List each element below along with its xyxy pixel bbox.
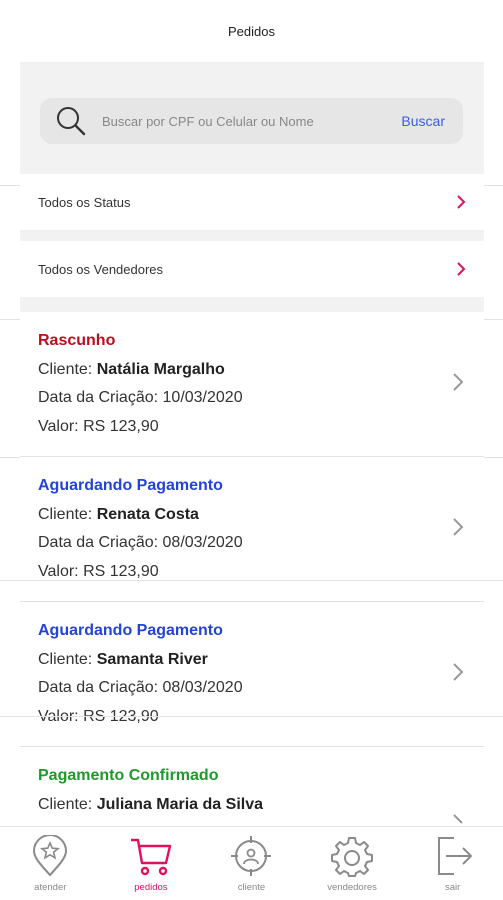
cart-icon bbox=[130, 838, 172, 876]
date-label: Data da Criação: bbox=[38, 679, 159, 696]
client-name: Renata Costa bbox=[96, 505, 199, 523]
client-label: Cliente: bbox=[38, 795, 93, 813]
order-value: RS 123,90 bbox=[83, 417, 159, 435]
order-status: Aguardando Pagamento bbox=[38, 622, 223, 639]
order-status: Pagamento Confirmado bbox=[38, 767, 219, 784]
client-name: Samanta River bbox=[96, 650, 208, 668]
client-label: Cliente: bbox=[38, 505, 93, 523]
tab-pedidos[interactable]: pedidos bbox=[101, 827, 202, 900]
order-status: Rascunho bbox=[38, 332, 116, 349]
tab-cliente[interactable]: cliente bbox=[201, 827, 302, 900]
order-card[interactable]: Pagamento Confirmado Cliente: Juliana Ma… bbox=[20, 747, 484, 827]
chevron-right-icon bbox=[453, 814, 463, 824]
created-date: 10/03/2020 bbox=[162, 389, 243, 406]
value-label: Valor: bbox=[38, 562, 79, 580]
page-header: Pedidos bbox=[0, 0, 503, 62]
search-panel: Buscar bbox=[20, 62, 484, 174]
logout-icon bbox=[437, 837, 473, 875]
chevron-right-icon bbox=[453, 373, 464, 391]
filter-status-label: Todos os Status bbox=[38, 194, 131, 210]
chevron-right-icon bbox=[457, 262, 466, 276]
bottom-tab-bar: atender pedidos cliente vendedores sair bbox=[0, 826, 503, 900]
page-title: Pedidos bbox=[228, 23, 275, 39]
order-value: RS 123,90 bbox=[83, 562, 159, 580]
tab-label: pedidos bbox=[134, 882, 168, 893]
tab-atender[interactable]: atender bbox=[0, 827, 101, 900]
target-person-icon bbox=[231, 836, 272, 876]
value-label: Valor: bbox=[38, 417, 79, 435]
filter-status[interactable]: Todos os Status bbox=[20, 174, 484, 230]
search-icon[interactable] bbox=[54, 104, 88, 138]
date-label: Data da Criação: bbox=[38, 389, 159, 406]
client-name: Natália Margalho bbox=[96, 360, 225, 378]
tab-label: sair bbox=[445, 882, 461, 893]
tab-label: vendedores bbox=[327, 882, 377, 893]
gear-icon bbox=[331, 837, 374, 877]
tab-vendedores[interactable]: vendedores bbox=[302, 827, 403, 900]
order-card[interactable]: Aguardando Pagamento Cliente: Samanta Ri… bbox=[20, 602, 484, 747]
search-button[interactable]: Buscar bbox=[401, 113, 445, 129]
tab-label: atender bbox=[34, 882, 67, 893]
client-label: Cliente: bbox=[38, 360, 93, 378]
chevron-right-icon bbox=[457, 195, 466, 209]
chevron-right-icon bbox=[453, 518, 464, 536]
search-input[interactable] bbox=[102, 113, 402, 129]
created-date: 08/03/2020 bbox=[162, 679, 243, 696]
tab-sair[interactable]: sair bbox=[402, 827, 503, 900]
tab-label: cliente bbox=[237, 882, 266, 893]
filter-vendors-label: Todos os Vendedores bbox=[38, 261, 164, 277]
client-name: Juliana Maria da Silva bbox=[96, 795, 263, 813]
filter-vendors[interactable]: Todos os Vendedores bbox=[20, 241, 484, 297]
spacer bbox=[20, 297, 484, 312]
search-box: Buscar bbox=[40, 98, 463, 144]
divider bbox=[0, 716, 503, 717]
order-card[interactable]: Rascunho Cliente: Natália Margalho Data … bbox=[20, 312, 484, 457]
date-label: Data da Criação: bbox=[38, 534, 159, 551]
created-date: 08/03/2020 bbox=[162, 534, 243, 551]
order-status: Aguardando Pagamento bbox=[38, 477, 223, 494]
divider bbox=[0, 580, 503, 581]
client-label: Cliente: bbox=[38, 650, 93, 668]
map-pin-star-icon bbox=[33, 835, 68, 877]
spacer bbox=[20, 230, 484, 241]
chevron-right-icon bbox=[453, 663, 464, 681]
